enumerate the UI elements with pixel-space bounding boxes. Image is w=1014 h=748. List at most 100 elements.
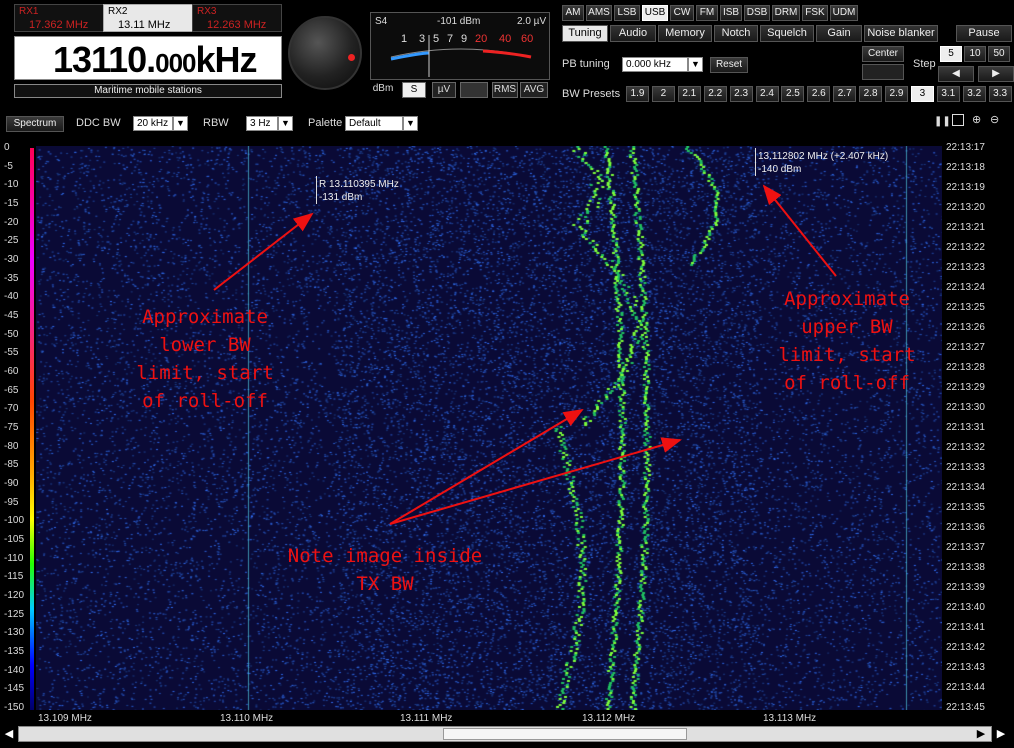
- horizontal-scrollbar[interactable]: [18, 726, 992, 742]
- bw-preset-button[interactable]: 2.5: [781, 86, 805, 102]
- chevron-down-icon[interactable]: ▼: [278, 116, 293, 131]
- x-tick-label: 13.110 MHz: [220, 713, 274, 724]
- bw-preset-button[interactable]: 2.6: [807, 86, 831, 102]
- mode-udm-button[interactable]: UDM: [830, 5, 858, 21]
- ddc-bw-select[interactable]: 20 kHz ▼: [133, 116, 188, 131]
- scroll-right-icon[interactable]: ▶: [974, 727, 988, 741]
- bw-preset-button[interactable]: 2: [651, 86, 675, 102]
- time-tick-label: 22:13:40: [946, 602, 985, 613]
- bw-preset-button[interactable]: 2.7: [833, 86, 857, 102]
- s-unit-button[interactable]: S: [402, 82, 426, 98]
- scrollbar-thumb[interactable]: [443, 728, 687, 740]
- zoom-out-icon[interactable]: ⊖: [990, 113, 999, 126]
- rx2-name: RX2: [108, 6, 128, 17]
- mode-am-button[interactable]: AM: [562, 5, 584, 21]
- bw-preset-button[interactable]: 1.9: [626, 86, 649, 102]
- y-tick-label: -115: [4, 571, 24, 583]
- frequency-display[interactable]: 13110.000kHz: [14, 36, 282, 80]
- y-tick-label: -50: [4, 328, 19, 340]
- palette-select[interactable]: Default ▼: [345, 116, 418, 131]
- step-5-button[interactable]: 5: [940, 46, 962, 62]
- mode-lsb-button[interactable]: LSB: [614, 5, 640, 21]
- time-tick-label: 22:13:30: [946, 402, 985, 413]
- tab-tuning[interactable]: Tuning: [562, 25, 608, 42]
- tab-memory[interactable]: Memory: [658, 25, 712, 42]
- scroll-left-icon[interactable]: ◀: [2, 727, 16, 741]
- mode-fm-button[interactable]: FM: [696, 5, 718, 21]
- y-tick-label: -15: [4, 198, 19, 209]
- bw-preset-button[interactable]: 2.4: [755, 86, 779, 102]
- y-tick-label: -130: [4, 627, 25, 639]
- freq-main: 13110.: [53, 39, 156, 80]
- mode-ams-button[interactable]: AMS: [586, 5, 612, 21]
- bw-preset-button[interactable]: 2.3: [729, 86, 753, 102]
- y-tick-label: -145: [4, 683, 25, 695]
- mode-cw-button[interactable]: CW: [670, 5, 694, 21]
- mode-dsb-button[interactable]: DSB: [744, 5, 770, 21]
- tab-noise-blanker[interactable]: Noise blanker: [864, 25, 938, 42]
- bw-preset-button[interactable]: 3: [910, 86, 934, 102]
- y-tick-label: -150: [4, 702, 25, 713]
- rbw-select[interactable]: 3 Hz ▼: [246, 116, 293, 131]
- uv-unit-button[interactable]: µV: [432, 82, 456, 98]
- y-tick-label: -110: [4, 552, 24, 564]
- tab-audio[interactable]: Audio: [610, 25, 656, 42]
- bw-preset-button[interactable]: 3.3: [988, 86, 1012, 102]
- avg-button[interactable]: AVG: [520, 82, 548, 98]
- y-tick-label: -30: [4, 254, 19, 265]
- bw-preset-button[interactable]: 3.2: [962, 86, 986, 102]
- rms-button[interactable]: RMS: [492, 82, 518, 98]
- bw-preset-button[interactable]: 2.1: [677, 86, 701, 102]
- step-50-button[interactable]: 50: [988, 46, 1010, 62]
- bw-preset-button[interactable]: 2.2: [703, 86, 727, 102]
- center-sub-button[interactable]: [862, 64, 904, 80]
- step-label: Step: [913, 58, 936, 70]
- spectrum-button[interactable]: Spectrum: [6, 116, 64, 132]
- blank-unit-button[interactable]: [460, 82, 488, 98]
- tuning-knob[interactable]: [288, 16, 362, 90]
- mode-drm-button[interactable]: DRM: [772, 5, 800, 21]
- chevron-down-icon[interactable]: ▼: [688, 57, 703, 72]
- reset-button[interactable]: Reset: [710, 57, 748, 73]
- chevron-down-icon[interactable]: ▼: [173, 116, 188, 131]
- time-tick-label: 22:13:17: [946, 142, 985, 153]
- pause-icon[interactable]: ❚❚: [934, 116, 951, 127]
- band-label: Maritime mobile stations: [14, 84, 282, 98]
- center-button[interactable]: Center: [862, 46, 904, 62]
- bw-preset-button[interactable]: 3.1: [936, 86, 960, 102]
- arrow-right-icon: ▶: [992, 68, 1000, 79]
- freq-fraction: 000: [155, 48, 196, 78]
- tab-pause[interactable]: Pause: [956, 25, 1012, 42]
- step-left-button[interactable]: ◀: [938, 66, 974, 82]
- tab-gain[interactable]: Gain: [816, 25, 862, 42]
- rx1-tab[interactable]: RX1 17.362 MHz: [14, 4, 104, 32]
- zoom-in-icon[interactable]: ⊕: [972, 113, 981, 126]
- step-10-button[interactable]: 10: [964, 46, 986, 62]
- chevron-down-icon[interactable]: ▼: [403, 116, 418, 131]
- y-tick-label: -85: [4, 459, 19, 471]
- bw-preset-button[interactable]: 2.9: [885, 86, 908, 102]
- mode-isb-button[interactable]: ISB: [720, 5, 742, 21]
- rx3-tab[interactable]: RX3 12.263 MHz: [192, 4, 282, 32]
- y-tick-label: -5: [4, 160, 13, 172]
- scroll-end-icon[interactable]: ▶: [994, 727, 1008, 741]
- rx2-tab[interactable]: RX2 13.11 MHz: [103, 4, 193, 32]
- y-tick-label: -70: [4, 403, 19, 415]
- mode-usb-button[interactable]: USB: [642, 5, 668, 21]
- pb-tuning-input[interactable]: 0.000 kHz ▼: [622, 57, 703, 72]
- time-tick-label: 22:13:21: [946, 222, 985, 233]
- upper-marker: 13.112802 MHz (+2.407 kHz) -140 dBm: [758, 150, 888, 176]
- time-tick-label: 22:13:19: [946, 182, 985, 193]
- step-right-button[interactable]: ▶: [978, 66, 1014, 82]
- save-icon[interactable]: [952, 114, 964, 126]
- annotation-upper-bw: Approximate upper BW limit, start of rol…: [778, 288, 916, 394]
- tab-notch[interactable]: Notch: [714, 25, 758, 42]
- y-tick-label: -20: [4, 216, 19, 228]
- tab-squelch[interactable]: Squelch: [760, 25, 814, 42]
- time-tick-label: 22:13:42: [946, 642, 985, 653]
- y-tick-label: -95: [4, 496, 19, 508]
- rx3-name: RX3: [197, 6, 217, 17]
- bw-preset-button[interactable]: 2.8: [859, 86, 883, 102]
- waterfall-display[interactable]: [36, 146, 942, 710]
- mode-fsk-button[interactable]: FSK: [802, 5, 828, 21]
